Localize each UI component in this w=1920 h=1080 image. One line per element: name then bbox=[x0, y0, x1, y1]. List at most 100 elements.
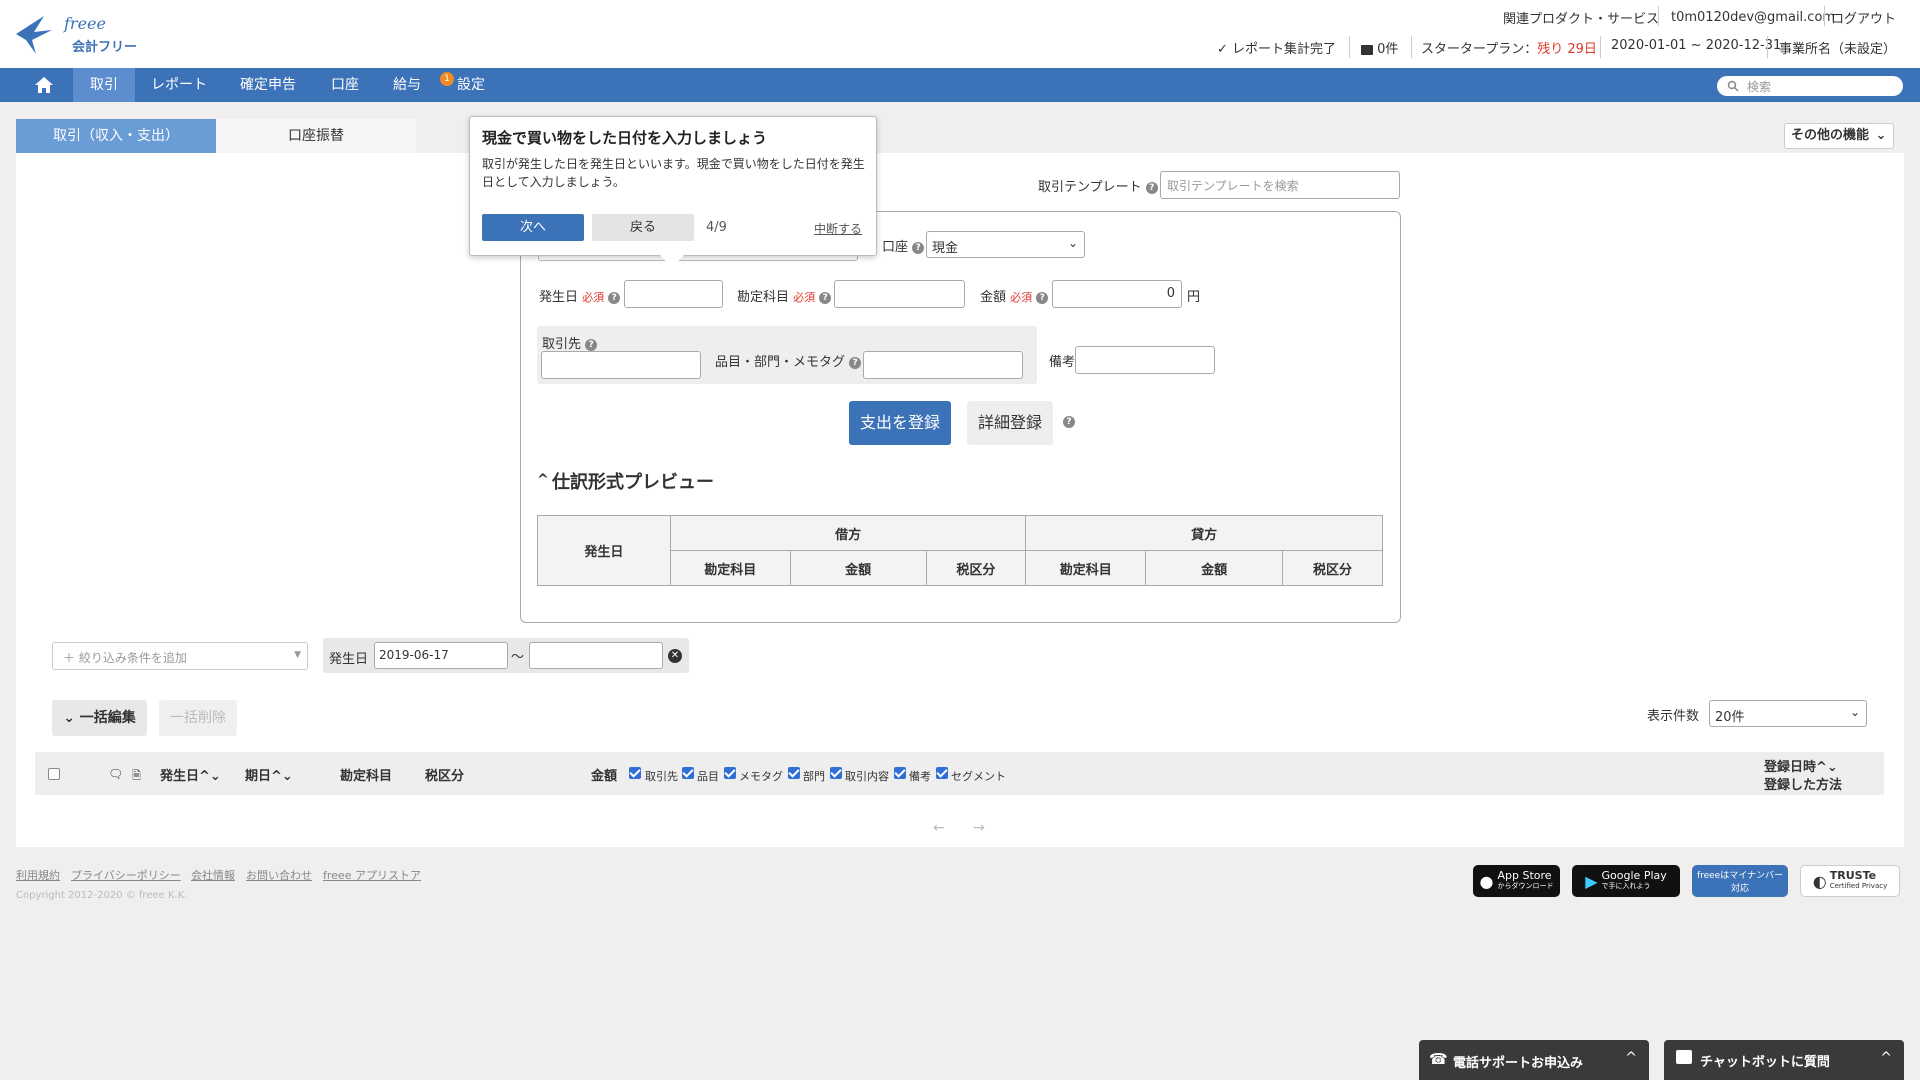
date-to-input[interactable] bbox=[529, 642, 663, 669]
office-name[interactable]: 事業所名（未設定） bbox=[1779, 38, 1896, 57]
date-from-input[interactable]: 2019-06-17 bbox=[374, 642, 508, 669]
per-page-select[interactable]: 20件 ⌄ bbox=[1709, 700, 1867, 727]
toggle-partner-checkbox[interactable] bbox=[629, 767, 641, 779]
user-email-link[interactable]: t0m0120dev@gmail.com bbox=[1671, 10, 1835, 25]
help-icon[interactable]: ? bbox=[849, 356, 862, 369]
help-icon[interactable]: ? bbox=[912, 241, 925, 254]
app-store-badge[interactable]: ● App Store からダウンロード bbox=[1473, 865, 1560, 897]
related-products-link[interactable]: 関連プロダクト・サービス bbox=[1503, 8, 1659, 27]
select-all-checkbox[interactable] bbox=[48, 768, 60, 780]
phone-support-widget[interactable]: ☎ 電話サポートお申込み ^ bbox=[1419, 1040, 1649, 1080]
toggle-dept-checkbox[interactable] bbox=[788, 767, 800, 779]
tab-transfer[interactable]: 口座振替 bbox=[216, 119, 416, 153]
nav-home[interactable] bbox=[24, 68, 64, 102]
clear-filter-icon[interactable]: ✕ bbox=[668, 649, 682, 663]
chatbot-widget[interactable]: チャットボットに質問 ^ bbox=[1664, 1040, 1904, 1080]
truste-badge[interactable]: ◐ TRUSTe Certified Privacy bbox=[1800, 865, 1900, 897]
help-icon[interactable]: ? bbox=[1063, 416, 1075, 428]
col-due[interactable]: 期日^⌄ bbox=[245, 765, 293, 784]
settings-badge: 1 bbox=[440, 72, 454, 86]
toggle-item-label: 品目 bbox=[697, 770, 719, 783]
amount-input[interactable]: 0 bbox=[1052, 280, 1182, 308]
fiscal-period[interactable]: 2020-01-01 ~ 2020-12-31 bbox=[1611, 38, 1781, 53]
template-search-input[interactable]: 取引テンプレートを検索 bbox=[1160, 171, 1400, 199]
preview-col: 勘定科目 bbox=[1025, 550, 1147, 586]
subject-input[interactable] bbox=[834, 280, 965, 308]
toggle-item-checkbox[interactable] bbox=[682, 767, 694, 779]
preview-col: 金額 bbox=[789, 550, 927, 586]
toggle-content-label: 取引内容 bbox=[845, 770, 889, 783]
nav-transactions[interactable]: 取引 bbox=[73, 68, 135, 102]
toggle-note-checkbox[interactable] bbox=[894, 767, 906, 779]
help-icon[interactable]: ? bbox=[1036, 291, 1049, 304]
tab-income-expense[interactable]: 取引（収入・支出） bbox=[16, 119, 216, 153]
logo-subtext: 会計フリー bbox=[72, 40, 138, 55]
bulk-edit-button[interactable]: ⌄ 一括編集 bbox=[52, 700, 147, 736]
filter-add-select[interactable]: ＋ 絞り込み条件を追加 ▼ bbox=[52, 642, 308, 670]
note-label: 備考 bbox=[1049, 355, 1076, 370]
plan-status[interactable]: スタータープラン：残り 29日 bbox=[1421, 38, 1597, 57]
copyright: Copyright 2012-2020 © freee K.K. bbox=[16, 890, 188, 901]
help-icon[interactable]: ? bbox=[1145, 181, 1158, 194]
detail-register-button[interactable]: 詳細登録 bbox=[967, 401, 1053, 445]
per-page-label: 表示件数 bbox=[1647, 709, 1700, 724]
preview-title[interactable]: 仕訳形式プレビュー bbox=[552, 468, 714, 494]
header: freee 会計フリー 関連プロダクト・サービス t0m0120dev@gmai… bbox=[0, 0, 1920, 68]
freee-logo[interactable]: freee 会計フリー bbox=[14, 10, 144, 58]
help-icon[interactable]: ? bbox=[608, 291, 621, 304]
report-status[interactable]: ✓ レポート集計完了 bbox=[1217, 38, 1336, 57]
more-functions-button[interactable]: その他の機能 ⌄ bbox=[1784, 123, 1894, 149]
phone-icon: ☎ bbox=[1429, 1050, 1448, 1068]
note-input[interactable] bbox=[1075, 346, 1215, 374]
toggle-content-checkbox[interactable] bbox=[830, 767, 842, 779]
col-reg-time[interactable]: 登録日時^⌄ bbox=[1764, 756, 1838, 775]
toggle-memo-checkbox[interactable] bbox=[724, 767, 736, 779]
footer-terms-link[interactable]: 利用規約 bbox=[16, 867, 60, 883]
partner-label: 取引先 ? bbox=[542, 333, 598, 352]
chevron-up-icon[interactable]: ^ bbox=[537, 472, 549, 488]
bulk-delete-button[interactable]: 一括削除 bbox=[159, 700, 237, 736]
footer-privacy-link[interactable]: プライバシーポリシー bbox=[71, 867, 181, 883]
search-placeholder: 検索 bbox=[1747, 80, 1772, 94]
col-date[interactable]: 発生日^⌄ bbox=[160, 765, 221, 784]
nav-settings[interactable]: 設定 bbox=[446, 68, 496, 102]
tour-tooltip: 現金で買い物をした日付を入力しましょう 取引が発生した日を発生日といいます。現金… bbox=[469, 116, 877, 256]
register-expense-button[interactable]: 支出を登録 bbox=[849, 401, 951, 445]
nav-tax-return[interactable]: 確定申告 bbox=[230, 68, 306, 102]
subject-label: 勘定科目 必須 ? bbox=[737, 286, 832, 305]
footer-company-link[interactable]: 会社情報 bbox=[191, 867, 235, 883]
search-box[interactable]: 検索 bbox=[1717, 76, 1903, 96]
footer-appstore-link[interactable]: freee アプリストア bbox=[323, 867, 421, 883]
preview-debit-header: 借方 bbox=[669, 515, 1027, 551]
col-reg-method: 登録した方法 bbox=[1764, 778, 1843, 793]
date-input[interactable] bbox=[624, 280, 723, 308]
help-icon[interactable]: ? bbox=[819, 291, 832, 304]
next-page-icon[interactable]: → bbox=[973, 820, 985, 836]
messages-link[interactable]: 0件 bbox=[1361, 38, 1398, 57]
nav-reports[interactable]: レポート bbox=[142, 68, 216, 102]
help-icon[interactable]: ? bbox=[585, 338, 598, 351]
message-icon bbox=[1361, 44, 1373, 55]
partner-input[interactable] bbox=[541, 351, 701, 379]
preview-col: 勘定科目 bbox=[669, 550, 791, 586]
google-play-badge[interactable]: ▶ Google Play で手に入れよう bbox=[1572, 865, 1680, 897]
tooltip-back-button[interactable]: 戻る bbox=[592, 214, 694, 241]
nav-payroll[interactable]: 給与 bbox=[384, 68, 430, 102]
tooltip-body: 取引が発生した日を発生日といいます。現金で買い物をした日付を発生日として入力しま… bbox=[482, 157, 865, 189]
tooltip-title: 現金で買い物をした日付を入力しましょう bbox=[482, 129, 768, 147]
tooltip-next-button[interactable]: 次へ bbox=[482, 214, 584, 241]
nav-accounts[interactable]: 口座 bbox=[320, 68, 370, 102]
preview-credit-header: 貸方 bbox=[1025, 515, 1383, 551]
logout-link[interactable]: ログアウト bbox=[1831, 8, 1896, 27]
tooltip-abort-link[interactable]: 中断する bbox=[814, 220, 862, 237]
account-select[interactable]: 現金 ⌄ bbox=[926, 231, 1085, 258]
item-input[interactable] bbox=[863, 351, 1023, 379]
footer-contact-link[interactable]: お問い合わせ bbox=[246, 867, 312, 883]
preview-col: 金額 bbox=[1145, 550, 1284, 586]
amount-label: 金額 必須 ? bbox=[980, 286, 1049, 305]
caret-down-icon: ▼ bbox=[294, 650, 301, 660]
mynumber-badge[interactable]: freeeはマイナンバー対応 bbox=[1692, 865, 1788, 897]
prev-page-icon[interactable]: ← bbox=[933, 820, 945, 836]
toggle-segment-checkbox[interactable] bbox=[936, 767, 948, 779]
truste-icon: ◐ bbox=[1812, 871, 1827, 891]
